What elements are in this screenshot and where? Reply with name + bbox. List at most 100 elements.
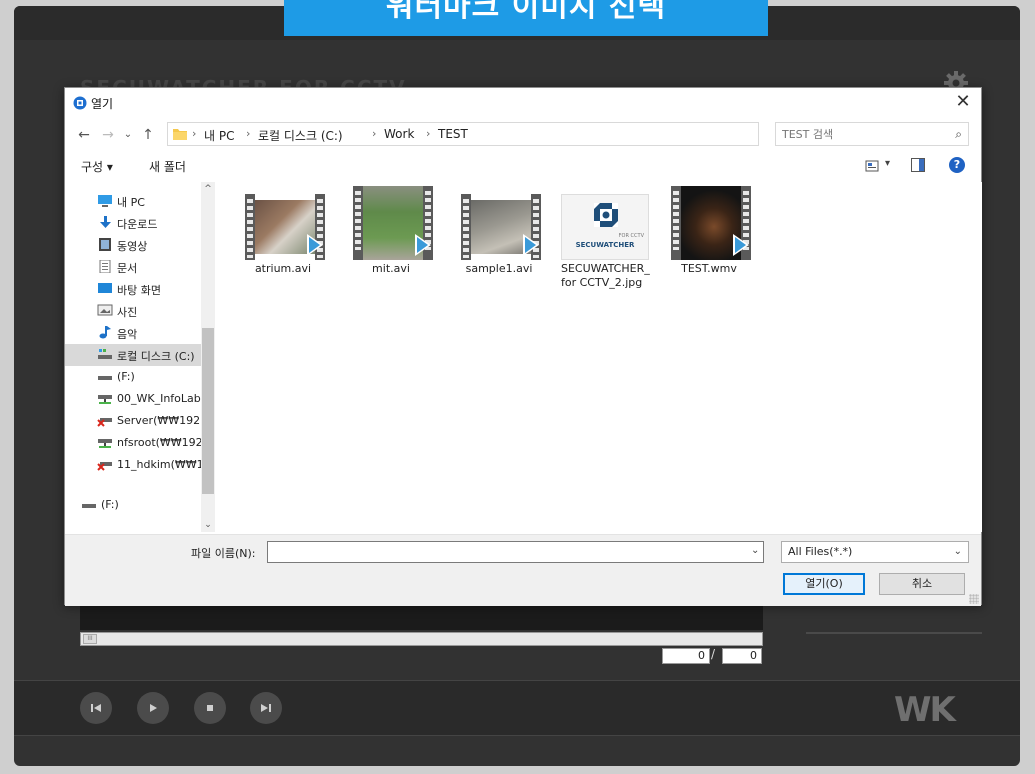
search-icon[interactable]: ⌕ bbox=[955, 127, 962, 142]
breadcrumb-separator: › bbox=[246, 127, 251, 140]
nav-item-local-disk[interactable]: 로컬 디스크 (C:) bbox=[65, 344, 201, 366]
film-strip bbox=[671, 186, 681, 260]
seek-bar[interactable]: III bbox=[80, 632, 763, 646]
close-icon[interactable]: ✕ bbox=[953, 92, 973, 112]
change-view-button[interactable]: ▾ bbox=[865, 158, 895, 174]
screen: 워터마크 이미지 선택 SECUWATCHER FOR CCTV III 0 /… bbox=[0, 0, 1035, 774]
film-strip bbox=[461, 194, 471, 260]
chevron-down-icon[interactable]: ▾ bbox=[885, 158, 890, 169]
back-button[interactable]: ← bbox=[75, 126, 93, 144]
scroll-down-icon[interactable]: ⌄ bbox=[201, 518, 215, 532]
nav-item-label: 음악 bbox=[117, 328, 138, 341]
panel-divider bbox=[806, 632, 982, 634]
file-type-select[interactable]: All Files(*.*) ⌄ bbox=[781, 541, 969, 563]
thumbnail-frame bbox=[363, 186, 423, 260]
next-button[interactable] bbox=[250, 692, 282, 724]
resize-grip[interactable] bbox=[969, 594, 979, 604]
filename-input[interactable] bbox=[267, 541, 764, 563]
nav-item-network-server[interactable]: Server(₩₩192.1 bbox=[65, 410, 201, 432]
thumbnail-frame bbox=[255, 200, 315, 254]
previous-button[interactable] bbox=[80, 692, 112, 724]
breadcrumb-test[interactable]: TEST bbox=[438, 127, 468, 141]
stop-button[interactable] bbox=[194, 692, 226, 724]
nav-item-drive-f[interactable]: (F:) bbox=[65, 366, 201, 388]
preview-pane-button[interactable] bbox=[911, 158, 925, 172]
file-item-test-wmv[interactable]: TEST.wmv bbox=[661, 186, 757, 304]
nav-item-music[interactable]: 음악 bbox=[65, 322, 201, 344]
drive-icon bbox=[98, 376, 112, 380]
play-icon bbox=[150, 704, 157, 712]
file-item-atrium[interactable]: atrium.avi bbox=[235, 194, 331, 304]
search-box[interactable]: ⌕ bbox=[775, 122, 969, 146]
up-button[interactable]: ↑ bbox=[139, 126, 157, 144]
chevron-down-icon[interactable]: ⌄ bbox=[751, 545, 759, 556]
local-disk-icon bbox=[98, 349, 112, 359]
video-thumbnail bbox=[671, 186, 751, 260]
nav-item-label: 바탕 화면 bbox=[117, 284, 161, 297]
nav-item-downloads[interactable]: 다운로드 bbox=[65, 212, 201, 234]
nav-item-pictures[interactable]: 사진 bbox=[65, 300, 201, 322]
nav-item-drive-f-root[interactable]: (F:) bbox=[65, 494, 201, 516]
play-overlay-icon bbox=[733, 234, 749, 256]
dialog-title: 열기 bbox=[91, 97, 114, 111]
breadcrumb-work[interactable]: Work bbox=[384, 127, 414, 141]
file-list: atrium.avi mit.avi sample1.avi SECUWATCH… bbox=[217, 182, 982, 532]
document-icon bbox=[99, 260, 111, 273]
open-button[interactable]: 열기(O) bbox=[783, 573, 865, 595]
nav-item-network-nfsroot[interactable]: nfsroot(₩₩192. bbox=[65, 432, 201, 454]
play-overlay-icon bbox=[307, 234, 323, 256]
nav-item-label: 다운로드 bbox=[117, 218, 158, 231]
chevron-down-icon: ⌄ bbox=[953, 546, 962, 557]
video-thumbnail bbox=[461, 194, 541, 260]
image-logo-subtext: FOR CCTV bbox=[618, 233, 644, 239]
folder-icon bbox=[173, 129, 187, 140]
thumbnail-frame bbox=[471, 200, 531, 254]
seek-thumb[interactable]: III bbox=[83, 634, 97, 644]
stop-icon bbox=[207, 705, 213, 711]
nav-item-label: 사진 bbox=[117, 306, 138, 319]
cancel-button[interactable]: 취소 bbox=[879, 573, 965, 595]
scroll-up-icon[interactable]: ^ bbox=[201, 182, 215, 196]
nav-item-documents[interactable]: 문서 bbox=[65, 256, 201, 278]
total-frames: 0 bbox=[722, 648, 762, 664]
nav-item-pc[interactable]: 내 PC bbox=[65, 190, 201, 212]
previous-icon bbox=[91, 704, 101, 712]
film-strip bbox=[245, 194, 255, 260]
address-bar[interactable]: › 내 PC › 로컬 디스크 (C:) › Work › TEST ⌄ ↻ bbox=[167, 122, 859, 146]
search-input[interactable] bbox=[782, 126, 942, 142]
navigation-scrollbar[interactable]: ^ ⌄ bbox=[201, 182, 215, 532]
organize-button[interactable]: 구성 ▾ bbox=[81, 158, 113, 175]
scroll-thumb[interactable] bbox=[202, 328, 214, 494]
play-overlay-icon bbox=[415, 234, 431, 256]
nav-item-desktop[interactable]: 바탕 화면 bbox=[65, 278, 201, 300]
file-name: sample1.avi bbox=[465, 262, 533, 275]
video-thumbnail bbox=[353, 186, 433, 260]
file-name: TEST.wmv bbox=[681, 262, 737, 275]
breadcrumb-pc[interactable]: 내 PC bbox=[204, 127, 234, 144]
file-type-value: All Files(*.*) bbox=[788, 545, 853, 558]
breadcrumb-local-disk[interactable]: 로컬 디스크 (C:) bbox=[258, 127, 343, 144]
breadcrumb-separator: › bbox=[372, 127, 377, 140]
breadcrumb-separator: › bbox=[426, 127, 431, 140]
recent-locations-button[interactable]: ⌄ bbox=[119, 126, 137, 144]
file-item-secuwatcher-image[interactable]: SECUWATCHER FOR CCTV SECUWATCHER_for CCT… bbox=[557, 194, 653, 304]
download-icon bbox=[100, 216, 111, 228]
video-thumbnail bbox=[245, 194, 325, 260]
current-frame: 0 bbox=[662, 648, 710, 664]
wk-logo: WK bbox=[894, 690, 956, 730]
help-icon[interactable]: ? bbox=[949, 157, 965, 173]
nav-item-network-hdkim[interactable]: 11_hdkim(₩₩19 bbox=[65, 454, 201, 476]
image-logo-text: SECUWATCHER bbox=[575, 241, 635, 249]
nav-item-network-infolab[interactable]: 00_WK_InfoLab( bbox=[65, 388, 201, 410]
forward-button[interactable]: → bbox=[99, 126, 117, 144]
nav-item-videos[interactable]: 동영상 bbox=[65, 234, 201, 256]
secuwatcher-logo-icon bbox=[594, 203, 618, 227]
image-thumbnail: SECUWATCHER FOR CCTV bbox=[561, 194, 649, 260]
file-item-sample1[interactable]: sample1.avi bbox=[451, 194, 547, 304]
picture-icon bbox=[97, 304, 113, 316]
new-folder-button[interactable]: 새 폴더 bbox=[149, 158, 186, 175]
breadcrumb-separator: › bbox=[192, 127, 197, 140]
play-button[interactable] bbox=[137, 692, 169, 724]
file-item-mit[interactable]: mit.avi bbox=[343, 186, 439, 304]
preview-pane-icon bbox=[919, 159, 924, 171]
